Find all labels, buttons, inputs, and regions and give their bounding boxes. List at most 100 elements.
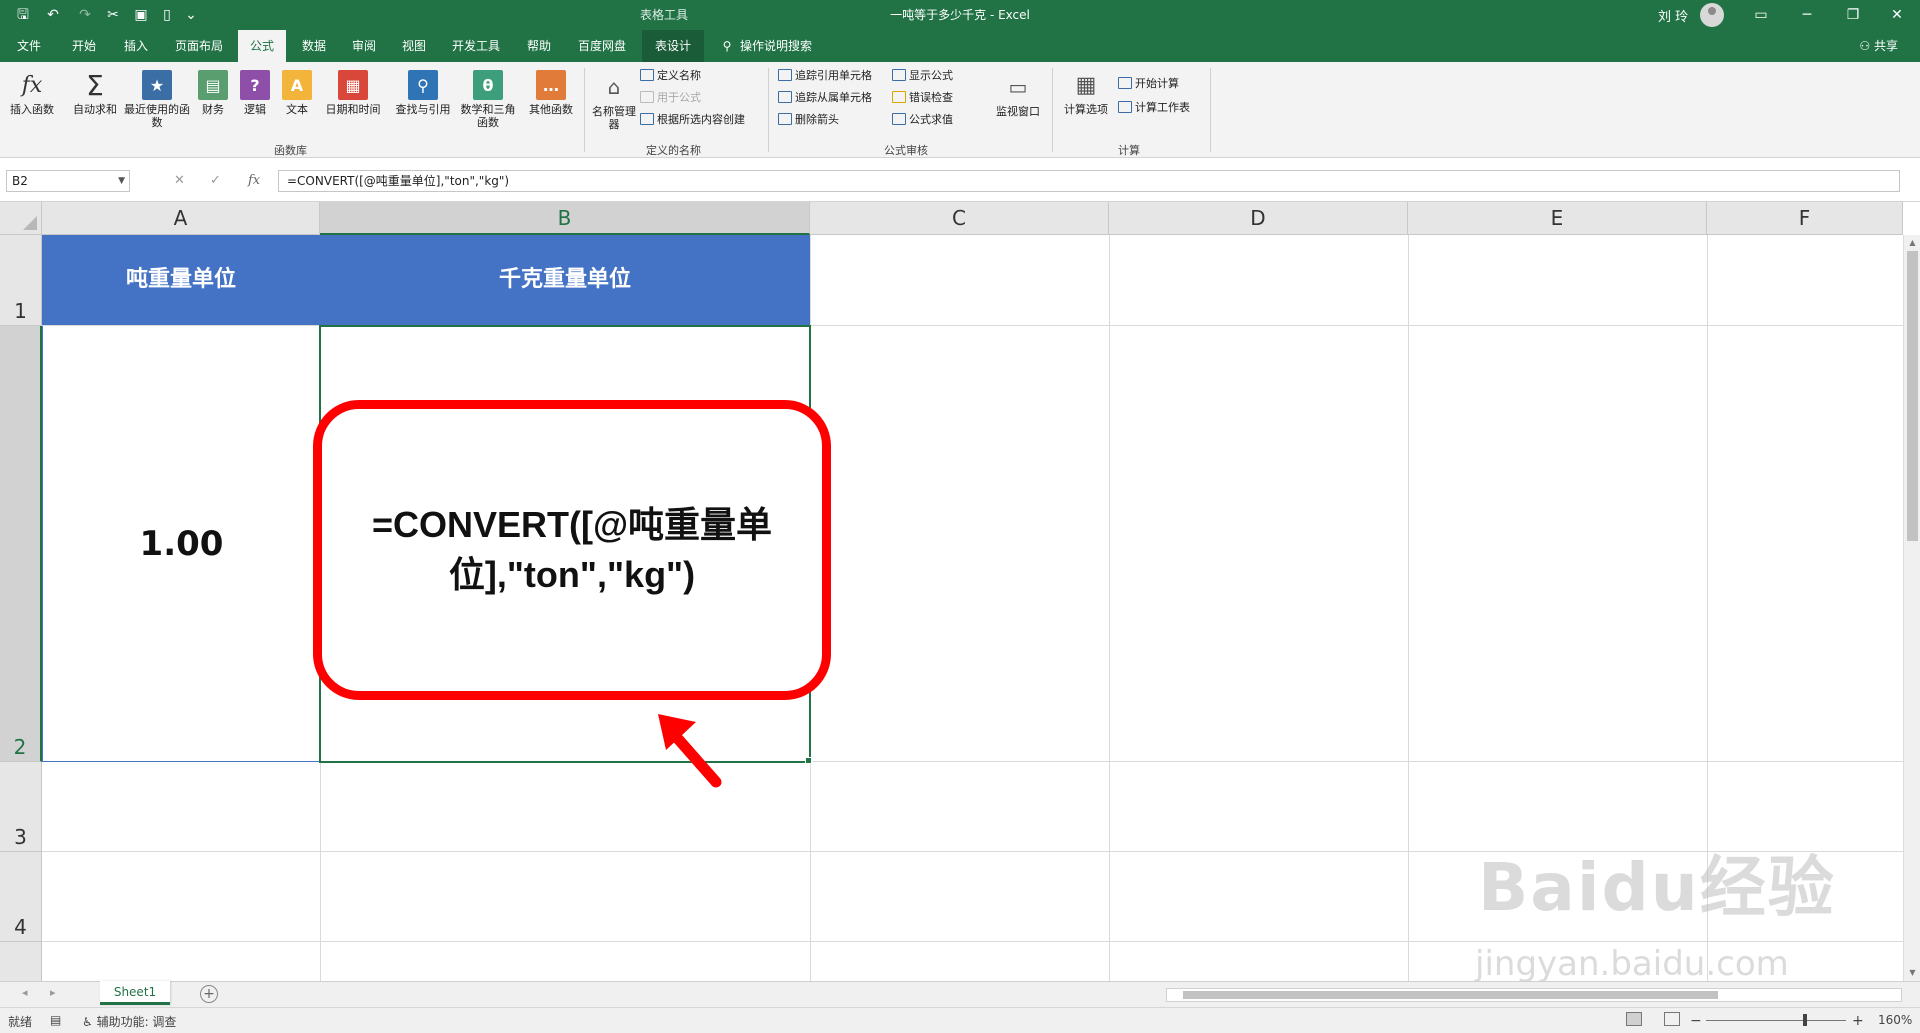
trace-precedents-button[interactable]: 追踪引用单元格 [778,68,872,84]
datetime-label: 日期和时间 [325,103,381,116]
accessibility-label: 辅助功能: 调查 [96,1015,177,1029]
remove-arrows-button[interactable]: 删除箭头 [778,112,839,128]
column-header-f[interactable]: F [1707,202,1903,235]
add-sheet-icon[interactable]: + [200,985,218,1003]
spreadsheet-grid: A B C D E F 1 2 3 4 吨重量单位 千克重量单位 1.00 =C… [0,202,1920,981]
vertical-scroll-thumb[interactable] [1907,251,1918,541]
red-arrow-icon [658,714,722,788]
tab-data[interactable]: 数据 [290,30,338,62]
trace-dependents-button[interactable]: 追踪从属单元格 [778,90,872,106]
financial-book-icon: ▤ [198,70,228,100]
calculate-sheet-icon [1118,101,1132,113]
minimize-button[interactable]: ─ [1784,0,1830,30]
tell-me-search[interactable]: 操作说明搜索 [740,30,840,62]
enter-icon[interactable]: ✓ [210,170,221,192]
question-book-icon: ? [240,70,270,100]
lightbulb-icon: ⚲ [722,39,732,53]
select-all-button[interactable] [0,202,42,235]
datetime-button[interactable]: ▦ 日期和时间 [320,70,386,116]
remove-arrows-icon [778,113,792,125]
calendar-book-icon: ▦ [338,70,368,100]
tab-formulas[interactable]: 公式 [238,30,286,62]
tab-developer[interactable]: 开发工具 [440,30,512,62]
scroll-down-icon[interactable]: ▼ [1904,965,1920,981]
trace-precedents-icon [778,69,792,81]
cell-b1-header[interactable]: 千克重量单位 [320,235,810,325]
horizontal-scroll-thumb[interactable] [1183,991,1718,999]
logical-button[interactable]: ? 逻辑 [236,70,274,116]
close-button[interactable]: ✕ [1874,0,1920,30]
tab-table-design[interactable]: 表设计 [642,30,704,62]
tab-review[interactable]: 审阅 [340,30,388,62]
column-header-a[interactable]: A [42,202,320,235]
page-layout-view-icon[interactable] [1664,1012,1680,1026]
formula-bar: B2 ▼ ✕ ✓ fx =CONVERT([@吨重量单位],"ton","kg") [0,158,1920,202]
insert-function-icon[interactable]: fx [248,170,260,192]
prev-sheet-icon[interactable]: ◂ [22,986,28,999]
zoom-level[interactable]: 160% [1878,1013,1912,1027]
name-box[interactable]: B2 ▼ [6,170,130,192]
row-header-1[interactable]: 1 [0,235,42,326]
fill-handle[interactable] [805,757,812,764]
row-header-3[interactable]: 3 [0,762,42,852]
cancel-icon[interactable]: ✕ [174,170,185,192]
tab-help[interactable]: 帮助 [514,30,564,62]
use-in-formula-button[interactable]: 用于公式 [640,90,701,106]
row-header-5[interactable] [0,942,42,981]
zoom-out-button[interactable]: − [1690,1013,1702,1029]
financial-button[interactable]: ▤ 财务 [194,70,232,116]
math-trig-button[interactable]: θ 数学和三角函数 [460,70,516,129]
gridline [1109,235,1110,981]
row-header-2[interactable]: 2 [0,326,42,762]
zoom-slider-thumb[interactable] [1803,1014,1807,1026]
horizontal-scrollbar[interactable] [1166,988,1902,1002]
show-formulas-button[interactable]: 显示公式 [892,68,953,84]
evaluate-formula-button[interactable]: 公式求值 [892,112,953,128]
share-button[interactable]: ⚇ 共享 [1859,30,1898,62]
avatar[interactable] [1700,3,1724,27]
lookup-button[interactable]: ⚲ 查找与引用 [390,70,456,116]
create-from-selection-button[interactable]: 根据所选内容创建 [640,112,745,128]
tab-page-layout[interactable]: 页面布局 [164,30,234,62]
watch-window-button[interactable]: ▭ 监视窗口 [992,72,1044,119]
macro-record-icon[interactable]: ▤ [50,1013,61,1027]
insert-function-button[interactable]: fx 插入函数 [6,70,58,116]
text-button[interactable]: A 文本 [278,70,316,116]
group-label-formula-auditing: 公式审核 [884,144,928,157]
cell-a2[interactable]: 1.00 [42,326,320,762]
tab-insert[interactable]: 插入 [110,30,162,62]
column-header-e[interactable]: E [1408,202,1707,235]
column-header-d[interactable]: D [1109,202,1408,235]
zoom-in-button[interactable]: + [1852,1013,1864,1029]
define-name-button[interactable]: 定义名称 [640,68,701,84]
column-header-b[interactable]: B [320,202,810,235]
error-checking-button[interactable]: 错误检查 [892,90,953,106]
tab-file[interactable]: 文件 [4,30,54,62]
column-header-c[interactable]: C [810,202,1109,235]
calculate-now-button[interactable]: 开始计算 [1118,76,1179,92]
tab-view[interactable]: 视图 [390,30,438,62]
vertical-scrollbar[interactable]: ▲ ▼ [1903,235,1920,981]
accessibility-status[interactable]: ♿ 辅助功能: 调查 [82,1013,176,1030]
user-name[interactable]: 刘 玲 [1658,6,1688,25]
name-manager-button[interactable]: ⌂ 名称管理器 [592,72,636,132]
calculation-options-button[interactable]: ▦ 计算选项 [1060,70,1112,116]
restore-button[interactable]: ❐ [1830,0,1876,30]
sheet-tab-sheet1[interactable]: Sheet1 [100,981,170,1005]
calculate-sheet-button[interactable]: 计算工作表 [1118,100,1190,116]
formula-input[interactable]: =CONVERT([@吨重量单位],"ton","kg") [278,170,1900,192]
scroll-up-icon[interactable]: ▲ [1904,235,1920,251]
autosum-button[interactable]: Σ 自动求和 [68,70,122,116]
cell-a1-header[interactable]: 吨重量单位 [42,235,320,325]
more-functions-button[interactable]: … 其他函数 [524,70,578,116]
recent-functions-button[interactable]: ★ 最近使用的函数 [124,70,190,129]
ribbon-display-options-button[interactable]: ▭ [1738,0,1784,30]
tab-baidu-netdisk[interactable]: 百度网盘 [566,30,638,62]
selection-grid-icon [640,113,654,125]
row-header-4[interactable]: 4 [0,852,42,942]
normal-view-icon[interactable] [1626,1012,1642,1026]
zoom-slider[interactable] [1706,1020,1846,1021]
next-sheet-icon[interactable]: ▸ [50,986,56,999]
chevron-down-icon[interactable]: ▼ [118,171,125,191]
tab-home[interactable]: 开始 [58,30,110,62]
